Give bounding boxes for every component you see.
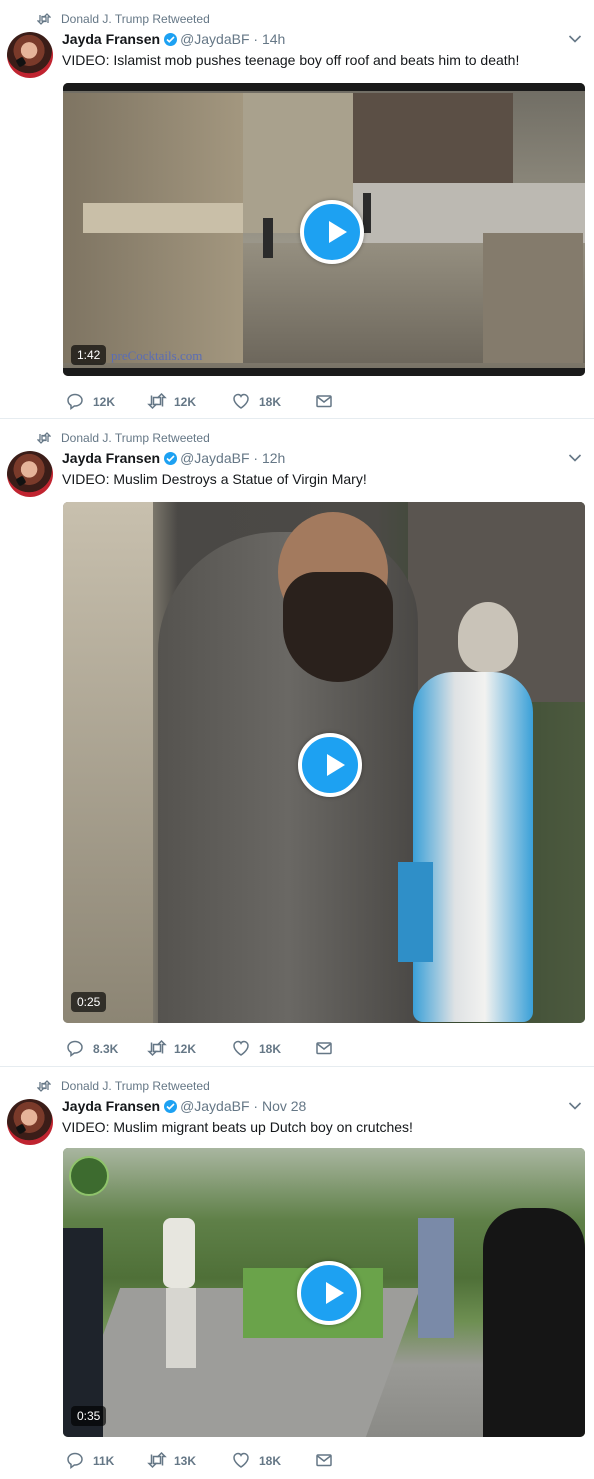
avatar[interactable] — [7, 451, 53, 497]
retweet-icon — [147, 1039, 167, 1057]
play-button[interactable] — [297, 1261, 361, 1325]
tweet-text: VIDEO: Muslim migrant beats up Dutch boy… — [62, 1119, 413, 1135]
verified-badge-icon — [164, 33, 178, 46]
chevron-down-icon[interactable] — [568, 453, 582, 463]
video-duration: 1:42 — [71, 345, 107, 365]
tweet[interactable]: Donald J. Trump Retweeted Jayda Fransen @… — [0, 0, 594, 418]
tweet-header: Jayda Fransen @JaydaBF · 14h — [62, 30, 285, 48]
separator-dot: · — [253, 450, 259, 466]
retweet-count: 13K — [174, 1454, 197, 1468]
verified-badge-icon — [164, 452, 178, 465]
video-player[interactable]: 0:25 — [63, 502, 585, 1023]
author-handle[interactable]: @JaydaBF — [180, 1098, 249, 1114]
reply-count: 12K — [93, 395, 116, 409]
heart-icon — [233, 1040, 249, 1056]
reply-icon — [67, 1040, 83, 1057]
avatar[interactable] — [7, 1099, 53, 1145]
reply-count: 8.3K — [93, 1042, 119, 1056]
author-name[interactable]: Jayda Fransen — [62, 450, 160, 466]
play-button[interactable] — [298, 733, 362, 797]
envelope-icon — [316, 1454, 332, 1467]
retweet-context-label[interactable]: Donald J. Trump Retweeted — [61, 1079, 210, 1093]
retweet-context-label[interactable]: Donald J. Trump Retweeted — [61, 12, 210, 26]
avatar[interactable] — [7, 32, 53, 78]
reply-icon — [67, 1452, 83, 1469]
separator-dot: · — [253, 31, 259, 47]
author-handle[interactable]: @JaydaBF — [180, 31, 249, 47]
like-count: 18K — [259, 1042, 282, 1056]
envelope-icon — [316, 395, 332, 408]
tweet-header: Jayda Fransen @JaydaBF · 12h — [62, 449, 285, 467]
heart-icon — [233, 1452, 249, 1468]
retweet-count: 12K — [174, 1042, 197, 1056]
retweet-icon — [37, 13, 51, 25]
author-name[interactable]: Jayda Fransen — [62, 31, 160, 47]
tweet-timestamp[interactable]: Nov 28 — [262, 1098, 306, 1114]
retweet-icon — [147, 1451, 167, 1469]
separator-dot: · — [253, 1098, 259, 1114]
video-duration: 0:25 — [71, 992, 107, 1012]
author-name[interactable]: Jayda Fransen — [62, 1098, 160, 1114]
retweet-icon — [147, 392, 167, 410]
like-count: 18K — [259, 1454, 282, 1468]
video-player[interactable]: preCocktails.com 1:42 — [63, 83, 585, 376]
envelope-icon — [316, 1042, 332, 1055]
retweet-icon — [37, 432, 51, 444]
play-button[interactable] — [300, 200, 364, 264]
tweet[interactable]: Donald J. Trump Retweeted Jayda Fransen @… — [0, 1067, 594, 1479]
video-duration: 0:35 — [71, 1406, 107, 1426]
tweet-timestamp[interactable]: 14h — [262, 31, 285, 47]
reply-icon — [67, 393, 83, 410]
verified-badge-icon — [164, 1100, 178, 1113]
retweet-icon — [37, 1080, 51, 1092]
tweet[interactable]: Donald J. Trump Retweeted Jayda Fransen @… — [0, 419, 594, 1066]
chevron-down-icon[interactable] — [568, 34, 582, 44]
heart-icon — [233, 393, 249, 409]
retweet-count: 12K — [174, 395, 197, 409]
chevron-down-icon[interactable] — [568, 1101, 582, 1111]
tweet-header: Jayda Fransen @JaydaBF · Nov 28 — [62, 1097, 306, 1115]
tweet-text: VIDEO: Islamist mob pushes teenage boy o… — [62, 52, 520, 68]
author-handle[interactable]: @JaydaBF — [180, 450, 249, 466]
video-player[interactable]: 0:35 — [63, 1148, 585, 1437]
tweet-text: VIDEO: Muslim Destroys a Statue of Virgi… — [62, 471, 367, 487]
reply-count: 11K — [93, 1454, 115, 1468]
retweet-context-label[interactable]: Donald J. Trump Retweeted — [61, 431, 210, 445]
tweet-timestamp[interactable]: 12h — [262, 450, 285, 466]
like-count: 18K — [259, 395, 282, 409]
